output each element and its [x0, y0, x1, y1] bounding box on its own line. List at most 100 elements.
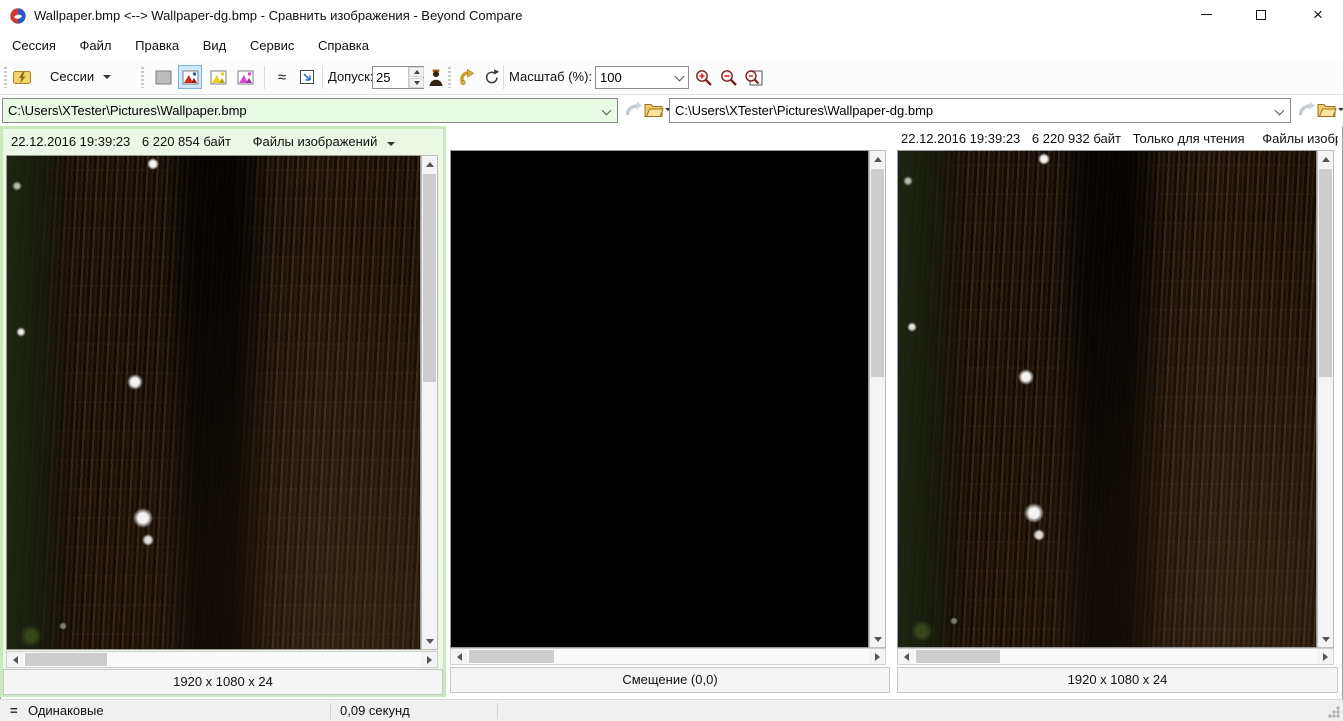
- view-all-button[interactable]: [151, 65, 175, 89]
- menu-edit[interactable]: Правка: [125, 32, 189, 60]
- zoom-out-button[interactable]: [717, 65, 741, 89]
- view-major-diff-button[interactable]: [233, 65, 257, 89]
- zoom-region-button[interactable]: [741, 65, 765, 89]
- view-minor-diff-button[interactable]: [206, 65, 230, 89]
- left-format-dropdown-icon[interactable]: [387, 142, 395, 146]
- left-image-dimensions: 1920 x 1080 x 24: [173, 674, 273, 689]
- right-path-input[interactable]: [670, 99, 1270, 122]
- swap-sides-button[interactable]: [455, 65, 479, 89]
- zoom-label: Масштаб (%):: [509, 60, 592, 94]
- sessions-button[interactable]: [10, 65, 34, 89]
- toolbar: Сессии: [0, 60, 1343, 95]
- right-browse-folder-icon[interactable]: [1317, 100, 1337, 120]
- left-browse-folder-icon[interactable]: [644, 100, 664, 120]
- left-path-input[interactable]: [3, 99, 597, 122]
- right-browse-dropdown-icon[interactable]: [1338, 108, 1343, 111]
- scroll-up-button[interactable]: [870, 151, 885, 167]
- left-file-size: 6 220 854 байт: [142, 129, 231, 154]
- difference-pane: Смещение (0,0): [450, 126, 890, 697]
- right-horizontal-scrollbar[interactable]: [897, 648, 1334, 665]
- zoom-region-icon: [743, 68, 764, 87]
- beyond-compare-window: Wallpaper.bmp <--> Wallpaper-dg.bmp - Ср…: [0, 0, 1343, 721]
- right-image-dimensions: 1920 x 1080 x 24: [1068, 672, 1168, 687]
- center-pane-status: Смещение (0,0): [450, 667, 890, 693]
- minimize-button[interactable]: [1183, 0, 1229, 32]
- right-format-dropdown[interactable]: Файлы изображений: [1262, 126, 1338, 151]
- left-vertical-scrollbar[interactable]: [421, 155, 438, 650]
- zoom-input[interactable]: [596, 67, 668, 88]
- scroll-thumb[interactable]: [1319, 169, 1332, 377]
- spin-up-button[interactable]: [409, 67, 424, 77]
- left-pane-header: 22.12.2016 19:39:23 6 220 854 байт Файлы…: [3, 129, 443, 154]
- scroll-up-button[interactable]: [422, 156, 437, 172]
- menu-file[interactable]: Файл: [70, 32, 122, 60]
- comparison-result: Одинаковые: [28, 700, 104, 721]
- title-bar: Wallpaper.bmp <--> Wallpaper-dg.bmp - Ср…: [0, 0, 1343, 32]
- menu-bar: Сессия Файл Правка Вид Сервис Справка: [0, 32, 1343, 60]
- scroll-right-button[interactable]: [1317, 649, 1333, 664]
- scroll-left-button[interactable]: [451, 649, 467, 664]
- scroll-down-button[interactable]: [422, 633, 437, 649]
- tolerance-mode-button[interactable]: ≈: [270, 65, 294, 89]
- equal-status-icon: =: [10, 700, 18, 721]
- right-path-dropdown-icon[interactable]: [1275, 106, 1285, 116]
- menu-session[interactable]: Сессия: [2, 32, 66, 60]
- right-image-view[interactable]: [897, 150, 1317, 648]
- view-mismatches-button[interactable]: [178, 65, 202, 89]
- replace-colors-button[interactable]: [424, 65, 448, 89]
- path-row: [0, 95, 1343, 126]
- left-image-view[interactable]: [6, 155, 421, 650]
- left-pane-status: 1920 x 1080 x 24: [3, 669, 443, 695]
- tolerance-spinner: [372, 66, 424, 89]
- left-file-timestamp: 22.12.2016 19:39:23: [11, 129, 130, 154]
- difference-image-view[interactable]: [450, 150, 869, 648]
- right-vertical-scrollbar[interactable]: [1317, 150, 1334, 648]
- tolerance-input[interactable]: [373, 67, 409, 88]
- left-format-dropdown[interactable]: Файлы изображений: [253, 129, 378, 154]
- left-horizontal-scrollbar[interactable]: [6, 651, 438, 668]
- app-logo-icon: [10, 8, 26, 24]
- refresh-button[interactable]: [480, 65, 504, 89]
- toolbar-grip: [448, 67, 451, 88]
- menu-view[interactable]: Вид: [193, 32, 237, 60]
- scroll-up-button[interactable]: [1318, 151, 1333, 167]
- scroll-thumb[interactable]: [423, 174, 436, 382]
- zoom-in-button[interactable]: [692, 65, 716, 89]
- scroll-thumb[interactable]: [916, 650, 1000, 663]
- menu-help[interactable]: Справка: [308, 32, 379, 60]
- scroll-down-button[interactable]: [1318, 631, 1333, 647]
- toolbar-separator: [503, 66, 504, 89]
- zoom-combobox: [595, 66, 689, 89]
- scroll-down-button[interactable]: [870, 631, 885, 647]
- left-path-combobox: [2, 98, 618, 123]
- scroll-right-button[interactable]: [869, 649, 885, 664]
- resize-corner-icon: [298, 68, 316, 86]
- right-path-combobox: [669, 98, 1291, 123]
- zoom-dropdown-icon[interactable]: [675, 72, 685, 82]
- close-button[interactable]: ×: [1293, 0, 1343, 32]
- minor-diff-icon: [210, 70, 227, 85]
- scroll-thumb[interactable]: [25, 653, 107, 666]
- scroll-right-button[interactable]: [421, 652, 437, 667]
- maximize-icon: [1256, 10, 1266, 20]
- center-vertical-scrollbar[interactable]: [869, 150, 886, 648]
- scroll-left-button[interactable]: [898, 649, 914, 664]
- scroll-thumb[interactable]: [469, 650, 554, 663]
- offset-value: Смещение (0,0): [622, 672, 717, 687]
- scroll-left-button[interactable]: [7, 652, 23, 667]
- scroll-thumb[interactable]: [871, 169, 884, 377]
- sessions-label[interactable]: Сессии: [50, 60, 94, 94]
- person-icon: [427, 68, 445, 87]
- center-horizontal-scrollbar[interactable]: [450, 648, 886, 665]
- comparison-time: 0,09 секунд: [340, 700, 410, 721]
- maximize-button[interactable]: [1238, 0, 1284, 32]
- status-bar: = Одинаковые 0,09 секунд: [0, 699, 1343, 721]
- mismatch-pixels-icon: [182, 70, 199, 85]
- spin-down-button[interactable]: [409, 78, 424, 88]
- fit-image-button[interactable]: [295, 65, 319, 89]
- resize-grip[interactable]: [1328, 706, 1340, 718]
- sessions-dropdown-icon[interactable]: [103, 75, 111, 79]
- menu-tools[interactable]: Сервис: [240, 32, 305, 60]
- toolbar-separator: [264, 66, 265, 89]
- left-path-dropdown-icon[interactable]: [602, 106, 612, 116]
